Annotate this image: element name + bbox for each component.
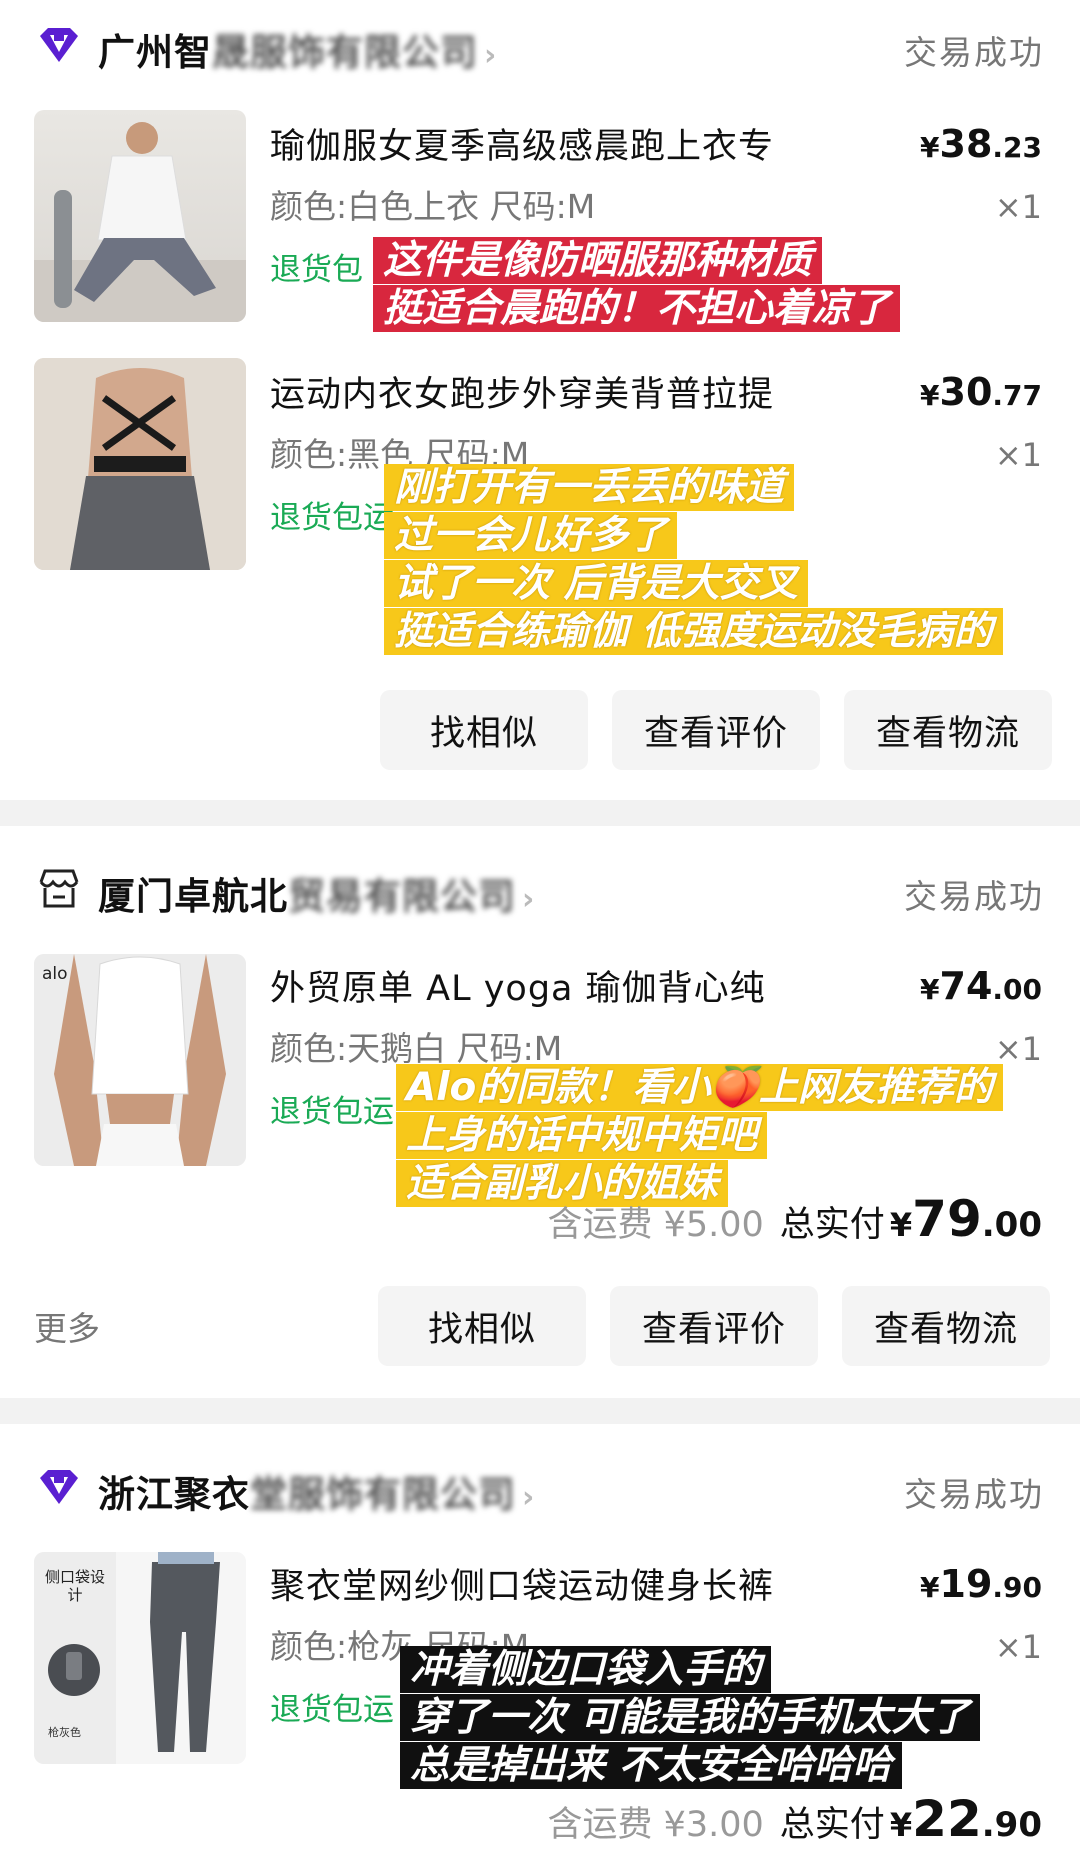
section-divider [0, 1398, 1080, 1424]
shop-name: 广州智晟服饰有限公司 › [98, 31, 498, 74]
view-logistics-button[interactable]: 查看物流 [844, 690, 1052, 770]
product-spec: 颜色:天鹅白 尺码:M [270, 1029, 563, 1068]
product-thumbnail[interactable]: alo [34, 954, 246, 1166]
order-status: 交易成功 [904, 877, 1044, 916]
product-title[interactable]: 运动内衣女跑步外穿美背普拉提 [270, 366, 850, 417]
product-price: ¥30.77 [920, 370, 1042, 414]
product-quantity: ×1 [994, 188, 1042, 226]
shipping-fee: 含运费 ¥5.00 [547, 1205, 764, 1245]
product-title[interactable]: 外贸原单 AL yoga 瑜伽背心纯 [270, 960, 850, 1011]
caption-overlay: 冲着侧边口袋入手的 穿了一次 可能是我的手机太大了 总是掉出来 不太安全哈哈哈 [400, 1646, 980, 1790]
order-card-3: 浙江聚衣堂服饰有限公司 › 交易成功 侧口袋设计 枪灰色 聚衣堂网纱侧口袋运动健身… [0, 1424, 1080, 1852]
order-card-2: 厦门卓航北贸易有限公司 › 交易成功 alo 外贸原单 AL yoga 瑜伽背心纯… [0, 826, 1080, 1398]
shop-name: 浙江聚衣堂服饰有限公司 › [98, 1473, 536, 1516]
chevron-right-icon: › [484, 38, 498, 73]
shop-gem-icon [40, 28, 78, 62]
shop-name: 厦门卓航北贸易有限公司 › [98, 875, 536, 918]
more-options-link[interactable]: 更多 [34, 1302, 100, 1350]
product-title[interactable]: 瑜伽服女夏季高级感晨跑上衣专 [270, 118, 850, 169]
shop-header[interactable]: 浙江聚衣堂服饰有限公司 › 交易成功 [0, 1424, 1080, 1516]
product-thumbnail[interactable] [34, 110, 246, 322]
shop-header[interactable]: 广州智晟服饰有限公司 › 交易成功 [0, 0, 1080, 90]
chevron-right-icon: › [522, 1480, 536, 1515]
section-divider [0, 800, 1080, 826]
shop-header[interactable]: 厦门卓航北贸易有限公司 › 交易成功 [0, 826, 1080, 918]
product-price: ¥74.00 [920, 964, 1042, 1008]
order-status: 交易成功 [904, 1475, 1044, 1514]
return-shipping-label: 退货包运 [270, 1094, 394, 1130]
product-thumbnail[interactable]: 侧口袋设计 枪灰色 [34, 1552, 246, 1764]
product-quantity: ×1 [994, 1628, 1042, 1666]
view-reviews-button[interactable]: 查看评价 [612, 690, 820, 770]
view-reviews-button[interactable]: 查看评价 [610, 1286, 818, 1366]
product-photo-yoga-tank [34, 954, 246, 1166]
find-similar-button[interactable]: 找相似 [378, 1286, 586, 1366]
shipping-fee: 含运费 ¥3.00 [547, 1805, 764, 1845]
order-total: 含运费 ¥3.00 总实付 ¥22.90 [547, 1790, 1042, 1848]
find-similar-button[interactable]: 找相似 [380, 690, 588, 770]
storefront-icon [39, 869, 79, 908]
product-thumbnail[interactable] [34, 358, 246, 570]
product-price: ¥19.90 [920, 1562, 1042, 1606]
order-card-1: 广州智晟服饰有限公司 › 交易成功 瑜伽服女夏季高级感晨跑上衣专 颜色:白色上衣 … [0, 0, 1080, 800]
thumbnail-caption: 侧口袋设计 [44, 1568, 105, 1604]
product-price: ¥38.23 [920, 122, 1042, 166]
caption-overlay: Alo的同款！看小🍑上网友推荐的 上身的话中规中矩吧 适合副乳小的姐妹 [396, 1064, 1003, 1208]
product-photo-yoga-top [34, 122, 246, 322]
shop-gem-icon [40, 1470, 78, 1504]
alo-logo-text: alo [42, 964, 68, 984]
caption-overlay: 刚打开有一丢丢的味道 过一会儿好多了 试了一次 后背是大交叉 挺适合练瑜伽 低强度运动… [384, 464, 1003, 656]
thumbnail-color-label: 枪灰色 [48, 1726, 81, 1739]
return-shipping-label: 退货包 [270, 252, 363, 288]
order-total: 含运费 ¥5.00 总实付 ¥79.00 [547, 1190, 1042, 1248]
chevron-right-icon: › [522, 882, 536, 917]
return-shipping-label: 退货包运 [270, 1692, 394, 1728]
return-shipping-label: 退货包运 [270, 500, 394, 536]
view-logistics-button[interactable]: 查看物流 [842, 1286, 1050, 1366]
product-quantity: ×1 [994, 1030, 1042, 1068]
product-spec: 颜色:白色上衣 尺码:M [270, 187, 596, 226]
product-photo-sports-bra [34, 358, 246, 570]
caption-overlay: 这件是像防晒服那种材质 挺适合晨跑的！不担心着凉了 [373, 237, 901, 333]
product-title[interactable]: 聚衣堂网纱侧口袋运动健身长裤 [270, 1558, 850, 1609]
order-status: 交易成功 [904, 33, 1044, 72]
